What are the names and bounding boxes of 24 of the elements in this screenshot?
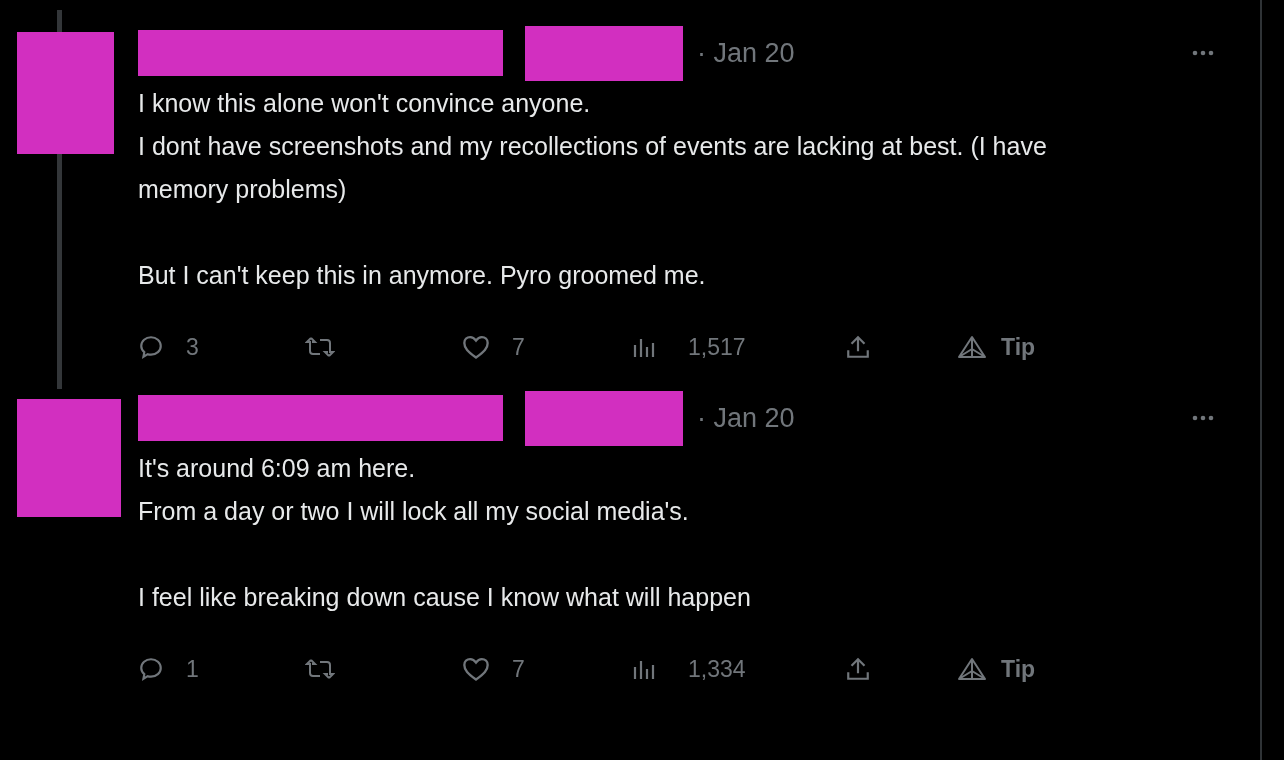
reply-count: 3	[186, 333, 199, 361]
share-icon[interactable]	[845, 334, 871, 360]
tweet-date[interactable]: · Jan 20	[697, 37, 795, 69]
tip-button[interactable]: Tip	[1001, 655, 1036, 683]
like-count: 7	[512, 333, 525, 361]
heart-icon[interactable]	[462, 334, 490, 360]
heart-icon[interactable]	[462, 656, 490, 682]
reply-count: 1	[186, 655, 199, 683]
repost-icon[interactable]	[305, 657, 335, 681]
tip-button[interactable]: Tip	[1001, 333, 1036, 361]
view-count: 1,517	[688, 333, 746, 361]
more-icon[interactable]	[1192, 50, 1214, 56]
triangle-icon[interactable]	[957, 657, 987, 681]
repost-icon[interactable]	[305, 335, 335, 359]
tweet-text: I know this alone won't convince anyone. I dont have screenshots and my recollections of events are lacking at best. (I have memory problems) But I can't keep this in anymore. Pyro groomed me.	[138, 88, 1048, 291]
view-count: 1,334	[688, 655, 746, 683]
tweet-text: It's around 6:09 am here. From a day or two I will lock all my social media's. I feel like breaking down cause I know what will happen	[138, 453, 752, 613]
triangle-icon[interactable]	[957, 335, 987, 359]
more-icon[interactable]	[1192, 415, 1214, 421]
like-count: 7	[512, 655, 525, 683]
reply-icon[interactable]	[138, 334, 164, 360]
share-icon[interactable]	[845, 656, 871, 682]
tweet-date[interactable]: · Jan 20	[697, 402, 795, 434]
reply-icon[interactable]	[138, 656, 164, 682]
